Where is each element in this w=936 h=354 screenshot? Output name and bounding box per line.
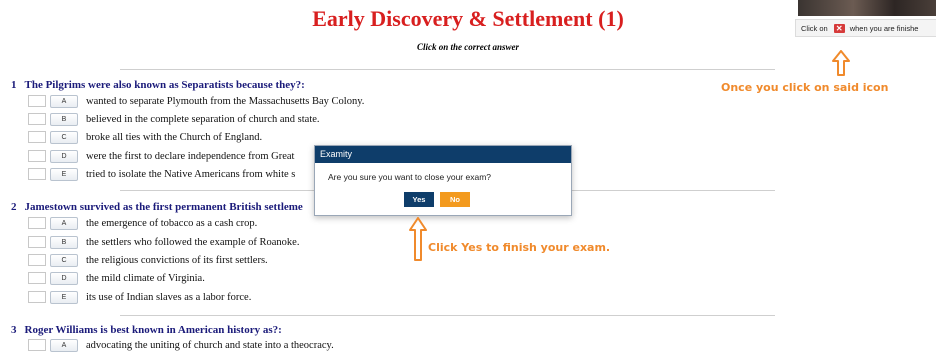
answer-text: broke all ties with the Church of Englan… — [86, 131, 263, 143]
answer-letter-button[interactable]: D — [50, 149, 78, 163]
answer-letter-button[interactable]: A — [50, 94, 78, 108]
answer-text: the religious convictions of its first s… — [86, 254, 268, 266]
question-number: 3 — [11, 324, 17, 336]
answer-option-1d[interactable]: D were the first to declare independence… — [28, 149, 294, 163]
answer-text: the mild climate of Virginia. — [86, 272, 205, 284]
answer-checkbox[interactable] — [28, 131, 46, 143]
answer-option-2b[interactable]: B the settlers who followed the example … — [28, 235, 299, 249]
divider — [120, 69, 775, 70]
answer-text: wanted to separate Plymouth from the Mas… — [86, 95, 365, 107]
up-arrow-icon — [832, 50, 850, 76]
answer-option-2a[interactable]: A the emergence of tobacco as a cash cro… — [28, 216, 257, 230]
answer-checkbox[interactable] — [28, 236, 46, 248]
close-x-icon[interactable]: ✕ — [833, 23, 845, 33]
no-button[interactable]: No — [440, 192, 470, 207]
answer-letter-button[interactable]: C — [50, 130, 78, 144]
answer-text: were the first to declare independence f… — [86, 150, 295, 162]
question-text: Jamestown survived as the first permanen… — [24, 201, 303, 213]
up-arrow-icon — [409, 217, 427, 261]
answer-text: believed in the complete separation of c… — [86, 113, 320, 125]
yes-button[interactable]: Yes — [404, 192, 434, 207]
divider — [120, 315, 775, 316]
answer-letter-button[interactable]: C — [50, 253, 78, 267]
answer-checkbox[interactable] — [28, 272, 46, 284]
answer-option-3a[interactable]: A advocating the uniting of church and s… — [28, 338, 334, 352]
answer-option-1e[interactable]: E tried to isolate the Native Americans … — [28, 167, 295, 181]
answer-text: its use of Indian slaves as a labor forc… — [86, 291, 252, 303]
answer-checkbox[interactable] — [28, 339, 46, 351]
answer-checkbox[interactable] — [28, 168, 46, 180]
answer-checkbox[interactable] — [28, 291, 46, 303]
answer-letter-button[interactable]: B — [50, 235, 78, 249]
question-number: 2 — [11, 201, 17, 213]
answer-checkbox[interactable] — [28, 150, 46, 162]
answer-checkbox[interactable] — [28, 254, 46, 266]
answer-text: advocating the uniting of church and sta… — [86, 339, 334, 351]
annotation-top: Once you click on said icon — [721, 81, 889, 94]
question-3: 3 Roger Williams is best known in America… — [11, 324, 282, 336]
close-exam-dialog: Examity Are you sure you want to close y… — [314, 145, 572, 216]
question-2: 2 Jamestown survived as the first permane… — [11, 201, 303, 213]
dialog-message: Are you sure you want to close your exam… — [328, 172, 491, 182]
answer-letter-button[interactable]: D — [50, 271, 78, 285]
question-text: The Pilgrims were also known as Separati… — [24, 79, 305, 91]
answer-checkbox[interactable] — [28, 95, 46, 107]
answer-option-1c[interactable]: C broke all ties with the Church of Engl… — [28, 130, 262, 144]
finish-instruction-bar: Click on ✕ when you are finishe — [795, 19, 936, 37]
answer-option-2c[interactable]: C the religious convictions of its first… — [28, 253, 268, 267]
answer-option-1a[interactable]: A wanted to separate Plymouth from the M… — [28, 94, 364, 108]
question-text: Roger Williams is best known in American… — [24, 324, 282, 336]
answer-option-2d[interactable]: D the mild climate of Virginia. — [28, 271, 205, 285]
webcam-thumbnail — [798, 0, 936, 16]
question-number: 1 — [11, 79, 17, 91]
answer-letter-button[interactable]: E — [50, 167, 78, 181]
answer-letter-button[interactable]: B — [50, 112, 78, 126]
page-subtitle: Click on the correct answer — [416, 42, 519, 52]
dialog-title: Examity — [315, 146, 571, 163]
answer-letter-button[interactable]: A — [50, 338, 78, 352]
answer-text: the emergence of tobacco as a cash crop. — [86, 217, 258, 229]
question-1: 1 The Pilgrims were also known as Separat… — [11, 79, 305, 91]
answer-checkbox[interactable] — [28, 113, 46, 125]
answer-text: the settlers who followed the example of… — [86, 236, 300, 248]
answer-text: tried to isolate the Native Americans fr… — [86, 168, 296, 180]
answer-letter-button[interactable]: A — [50, 216, 78, 230]
finish-text-after: when you are finishe — [849, 23, 919, 33]
answer-letter-button[interactable]: E — [50, 290, 78, 304]
answer-option-1b[interactable]: B believed in the complete separation of… — [28, 112, 320, 126]
dialog-buttons: Yes No — [404, 192, 470, 207]
finish-text-before: Click on — [801, 23, 828, 33]
answer-checkbox[interactable] — [28, 217, 46, 229]
annotation-bottom: Click Yes to finish your exam. — [428, 241, 611, 254]
answer-option-2e[interactable]: E its use of Indian slaves as a labor fo… — [28, 290, 251, 304]
